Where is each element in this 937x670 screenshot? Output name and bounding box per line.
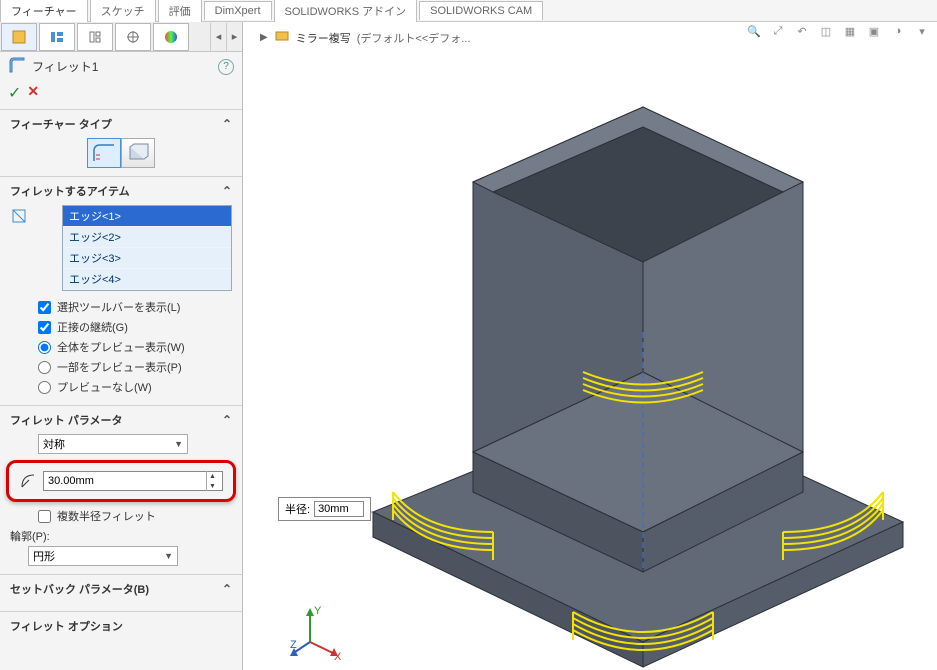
- tab-sketch[interactable]: スケッチ: [90, 0, 156, 22]
- select-value: 対称: [43, 436, 65, 452]
- edge-selection-icon: [10, 207, 28, 228]
- ok-button[interactable]: ✓: [8, 83, 21, 103]
- spin-down-icon[interactable]: ▼: [206, 481, 218, 491]
- type-constant-radius[interactable]: [87, 138, 121, 168]
- property-manager-panel: ◂ ▸ フィレット1 ? ✓ ✕ フィーチャー タイプ ⌃ フィレ: [0, 22, 243, 670]
- radius-input[interactable]: 30.00mm ▲ ▼: [43, 471, 223, 491]
- fillet-icon: [8, 56, 26, 77]
- section-fillet-options: フィレット オプション: [0, 611, 242, 648]
- callout-label: 半径:: [285, 501, 310, 517]
- checkbox[interactable]: [38, 321, 51, 334]
- section-fillet-items: フィレットするアイテム ⌃ エッジ<1> エッジ<2> エッジ<3> エッジ<4…: [0, 176, 242, 405]
- svg-text:Y: Y: [314, 605, 322, 617]
- multi-radius-checkbox[interactable]: 複数半径フィレット: [0, 506, 242, 526]
- section-view-icon[interactable]: ◫: [817, 22, 835, 40]
- cancel-button[interactable]: ✕: [27, 83, 39, 103]
- radio[interactable]: [38, 381, 51, 394]
- prev-icon[interactable]: ◂: [210, 23, 226, 51]
- feature-header: フィレット1 ?: [0, 52, 242, 81]
- zoom-area-icon[interactable]: ⤢: [769, 22, 787, 40]
- tab-evaluate[interactable]: 評価: [158, 0, 202, 22]
- collapse-icon[interactable]: ⌃: [222, 413, 232, 427]
- collapse-icon[interactable]: ⌃: [222, 582, 232, 596]
- setback-label: セットバック パラメータ(B): [10, 581, 149, 597]
- section-fillet-params: フィレット パラメータ ⌃ 対称 ▼: [0, 405, 242, 456]
- radius-icon: [19, 472, 37, 490]
- checkbox-label: 複数半径フィレット: [57, 508, 156, 524]
- dimxpert-manager-tab[interactable]: [115, 23, 151, 51]
- chevron-down-icon: ▼: [164, 551, 173, 561]
- show-toolbar-checkbox[interactable]: 選択ツールバーを表示(L): [10, 297, 232, 317]
- list-item[interactable]: エッジ<3>: [63, 248, 231, 269]
- svg-text:Z: Z: [290, 639, 297, 651]
- feature-manager-tab[interactable]: [1, 23, 37, 51]
- type-face-fillet[interactable]: [121, 138, 155, 168]
- tab-cam[interactable]: SOLIDWORKS CAM: [419, 1, 543, 20]
- callout-input[interactable]: [314, 501, 364, 517]
- next-icon[interactable]: ▸: [226, 23, 242, 51]
- radio-label: 全体をプレビュー表示(W): [57, 339, 185, 355]
- chevron-down-icon: ▼: [174, 439, 183, 449]
- display-manager-tab[interactable]: [153, 23, 189, 51]
- tangent-propagation-checkbox[interactable]: 正接の継続(G): [10, 317, 232, 337]
- heads-up-view-toolbar: 🔍 ⤢ ↶ ◫ ▦ ▣ ◑ ▾: [745, 22, 931, 40]
- tab-addins[interactable]: SOLIDWORKS アドイン: [274, 0, 418, 22]
- radio[interactable]: [38, 361, 51, 374]
- radio-label: プレビューなし(W): [57, 379, 152, 395]
- list-item[interactable]: エッジ<2>: [63, 227, 231, 248]
- display-style-icon[interactable]: ▣: [865, 22, 883, 40]
- appearance-icon[interactable]: ▾: [913, 22, 931, 40]
- section-feature-type: フィーチャー タイプ ⌃: [0, 109, 242, 176]
- collapse-icon[interactable]: ⌃: [222, 117, 232, 131]
- manager-tabs: ◂ ▸: [0, 22, 242, 52]
- list-item[interactable]: エッジ<4>: [63, 269, 231, 290]
- radio-label: 一部をプレビュー表示(P): [57, 359, 182, 375]
- doc-state: (デフォルト<<デフォ...: [357, 30, 471, 46]
- preview-none-radio[interactable]: プレビューなし(W): [10, 377, 232, 397]
- spin-up-icon[interactable]: ▲: [206, 471, 218, 481]
- section-setback: セットバック パラメータ(B) ⌃: [0, 574, 242, 611]
- options-label: フィレット オプション: [10, 618, 123, 634]
- radius-input-row: 30.00mm ▲ ▼: [6, 460, 236, 502]
- profile-select[interactable]: 円形 ▼: [28, 546, 178, 566]
- axis-triad: Y X Z: [290, 602, 350, 662]
- checkbox[interactable]: [38, 301, 51, 314]
- radius-callout[interactable]: 半径:: [278, 497, 371, 521]
- model-preview: ◦: [243, 52, 937, 670]
- collapse-icon[interactable]: ⌃: [222, 184, 232, 198]
- tab-dimxpert[interactable]: DimXpert: [204, 1, 272, 20]
- view-orientation-icon[interactable]: ▦: [841, 22, 859, 40]
- doc-name[interactable]: ミラー複写: [296, 30, 351, 46]
- radius-value: 30.00mm: [48, 475, 94, 487]
- zoom-to-fit-icon[interactable]: 🔍: [745, 22, 763, 40]
- chevron-right-icon: ▶: [260, 32, 268, 43]
- hide-show-icon[interactable]: ◑: [889, 22, 907, 40]
- preview-partial-radio[interactable]: 一部をプレビュー表示(P): [10, 357, 232, 377]
- select-value: 円形: [33, 548, 55, 564]
- edge-list[interactable]: エッジ<1> エッジ<2> エッジ<3> エッジ<4>: [62, 205, 232, 291]
- fillet-params-label: フィレット パラメータ: [10, 412, 123, 428]
- checkbox-label: 選択ツールバーを表示(L): [57, 299, 180, 315]
- checkbox[interactable]: [38, 510, 51, 523]
- property-manager-tab[interactable]: [39, 23, 75, 51]
- previous-view-icon[interactable]: ↶: [793, 22, 811, 40]
- fillet-items-label: フィレットするアイテム: [10, 183, 130, 199]
- preview-full-radio[interactable]: 全体をプレビュー表示(W): [10, 337, 232, 357]
- graphics-viewport[interactable]: ◦: [243, 52, 937, 670]
- checkbox-label: 正接の継続(G): [57, 319, 128, 335]
- radio[interactable]: [38, 341, 51, 354]
- symmetry-select[interactable]: 対称 ▼: [38, 434, 188, 454]
- tab-features[interactable]: フィーチャー: [0, 0, 88, 22]
- feature-name: フィレット1: [32, 58, 98, 75]
- breadcrumb: ▶ ミラー複写 (デフォルト<<デフォ...: [260, 28, 470, 47]
- part-icon: [274, 28, 290, 47]
- command-manager-tabs: フィーチャー スケッチ 評価 DimXpert SOLIDWORKS アドイン …: [0, 0, 937, 22]
- configuration-manager-tab[interactable]: [77, 23, 113, 51]
- feature-type-label: フィーチャー タイプ: [10, 116, 112, 132]
- list-item[interactable]: エッジ<1>: [63, 206, 231, 227]
- profile-label: 輪郭(P):: [0, 526, 242, 546]
- svg-text:X: X: [334, 651, 342, 662]
- accept-cancel-bar: ✓ ✕: [0, 81, 242, 109]
- help-icon[interactable]: ?: [218, 59, 234, 75]
